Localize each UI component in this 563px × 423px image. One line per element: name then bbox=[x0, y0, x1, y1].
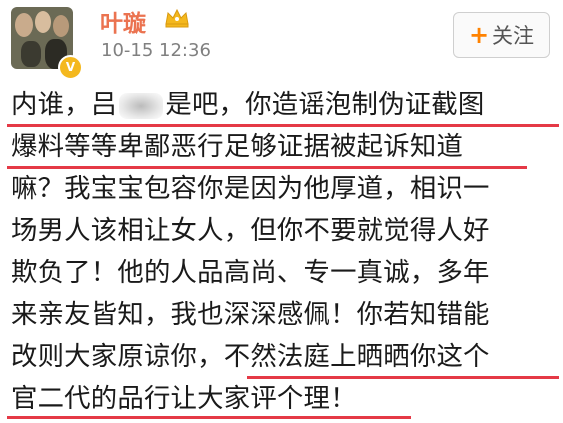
post-line: 嘛？我宝宝包容你是因为他厚道，相识一 bbox=[11, 168, 556, 210]
post-text: 改则大家原谅你，不然法庭上晒晒你这个 bbox=[11, 341, 490, 372]
post-text: 嘛？我宝宝包容你是因为他厚道，相识一 bbox=[11, 173, 490, 204]
post-line: 场男人该相让女人，但你不要就觉得人好 bbox=[11, 210, 556, 252]
highlight-underline bbox=[7, 416, 411, 419]
post-text: 欺负了！他的人品高尚、专一真诚，多年 bbox=[11, 257, 490, 288]
avatar-figure bbox=[53, 15, 69, 37]
post-line: 内谁，吕 是吧，你造谣泡制伪证截图 bbox=[7, 84, 559, 127]
verified-v-icon: V bbox=[58, 55, 83, 80]
follow-button[interactable]: + 关注 bbox=[453, 12, 550, 58]
post-text: 官二代的品行让大家评个理！ bbox=[11, 383, 357, 414]
avatar-figure bbox=[35, 11, 51, 33]
post-text: 来亲友皆知，我也深深感佩！你若知错能 bbox=[11, 299, 490, 330]
username[interactable]: 叶璇 bbox=[100, 4, 146, 38]
post-line: 爆料等等卑鄙恶行足够证据被起诉知道 bbox=[7, 126, 556, 169]
blurred-name bbox=[119, 92, 164, 119]
post-text: 是吧，你造谣泡制伪证截图 bbox=[165, 89, 485, 120]
post-timestamp: 10-15 12:36 bbox=[101, 40, 211, 61]
post-text: 爆料等等卑鄙恶行足够证据被起诉知道 bbox=[11, 131, 464, 162]
avatar-figure bbox=[15, 13, 33, 37]
post-text: 场男人该相让女人，但你不要就觉得人好 bbox=[11, 215, 490, 246]
follow-label: 关注 bbox=[492, 24, 535, 48]
plus-icon: + bbox=[468, 21, 490, 49]
crown-icon bbox=[165, 8, 189, 28]
post-line: 官二代的品行让大家评个理！ bbox=[7, 378, 556, 420]
post-text: 内谁，吕 bbox=[11, 89, 118, 120]
post-line: 来亲友皆知，我也深深感佩！你若知错能 bbox=[11, 294, 556, 336]
post-line: 欺负了！他的人品高尚、专一真诚，多年 bbox=[11, 252, 556, 294]
post-body: 内谁，吕 是吧，你造谣泡制伪证截图 爆料等等卑鄙恶行足够证据被起诉知道 嘛？我宝宝… bbox=[7, 84, 559, 420]
post-line: 改则大家原谅你，不然法庭上晒晒你这个 bbox=[11, 336, 559, 379]
avatar-figure bbox=[21, 41, 41, 67]
